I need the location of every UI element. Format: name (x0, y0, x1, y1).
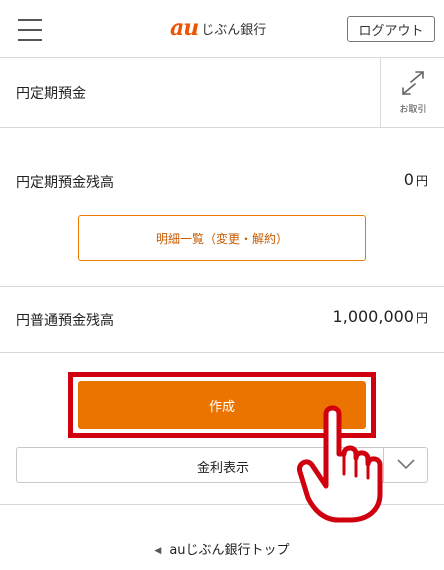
triangle-left-icon: ◀ (154, 546, 162, 556)
detail-list-button[interactable]: 明細一覧（変更・解約） (78, 215, 366, 261)
time-deposit-balance-label: 円定期預金残高 (16, 175, 114, 191)
time-deposit-amount: 0 (403, 170, 414, 189)
section-divider (0, 352, 444, 353)
ordinary-deposit-unit: 円 (415, 311, 428, 325)
ordinary-deposit-amount: 1,000,000 (332, 307, 414, 326)
page-title: 円定期預金 (16, 86, 86, 102)
bank-logo[interactable]: au じぶん銀行 (170, 15, 266, 41)
bank-top-link[interactable]: ◀ auじぶん銀行トップ (0, 539, 444, 558)
ordinary-deposit-balance-value: 1,000,000 円 (333, 307, 428, 326)
time-deposit-balance-value: 0円 (404, 170, 428, 189)
time-deposit-unit: 円 (415, 174, 428, 188)
ordinary-deposit-balance-label: 円普通預金残高 (16, 313, 114, 329)
transaction-button[interactable]: お取引 (380, 58, 444, 127)
app-header: au じぶん銀行 ログアウト (0, 0, 444, 58)
logout-button[interactable]: ログアウト (347, 16, 435, 42)
transaction-label: お取引 (399, 105, 427, 115)
chevron-down-icon (397, 459, 415, 470)
page-title-bar: 円定期預金 お取引 (0, 58, 444, 128)
bank-top-link-label: auじぶん銀行トップ (169, 543, 290, 558)
logo-au-mark: au (170, 15, 199, 41)
hamburger-menu-icon[interactable] (18, 19, 42, 41)
transfer-arrows-icon (402, 71, 424, 95)
logo-bank-name: じぶん銀行 (201, 22, 267, 38)
section-divider (0, 286, 444, 287)
chevron-down-button[interactable] (383, 448, 427, 482)
pointing-hand-icon (296, 405, 383, 523)
